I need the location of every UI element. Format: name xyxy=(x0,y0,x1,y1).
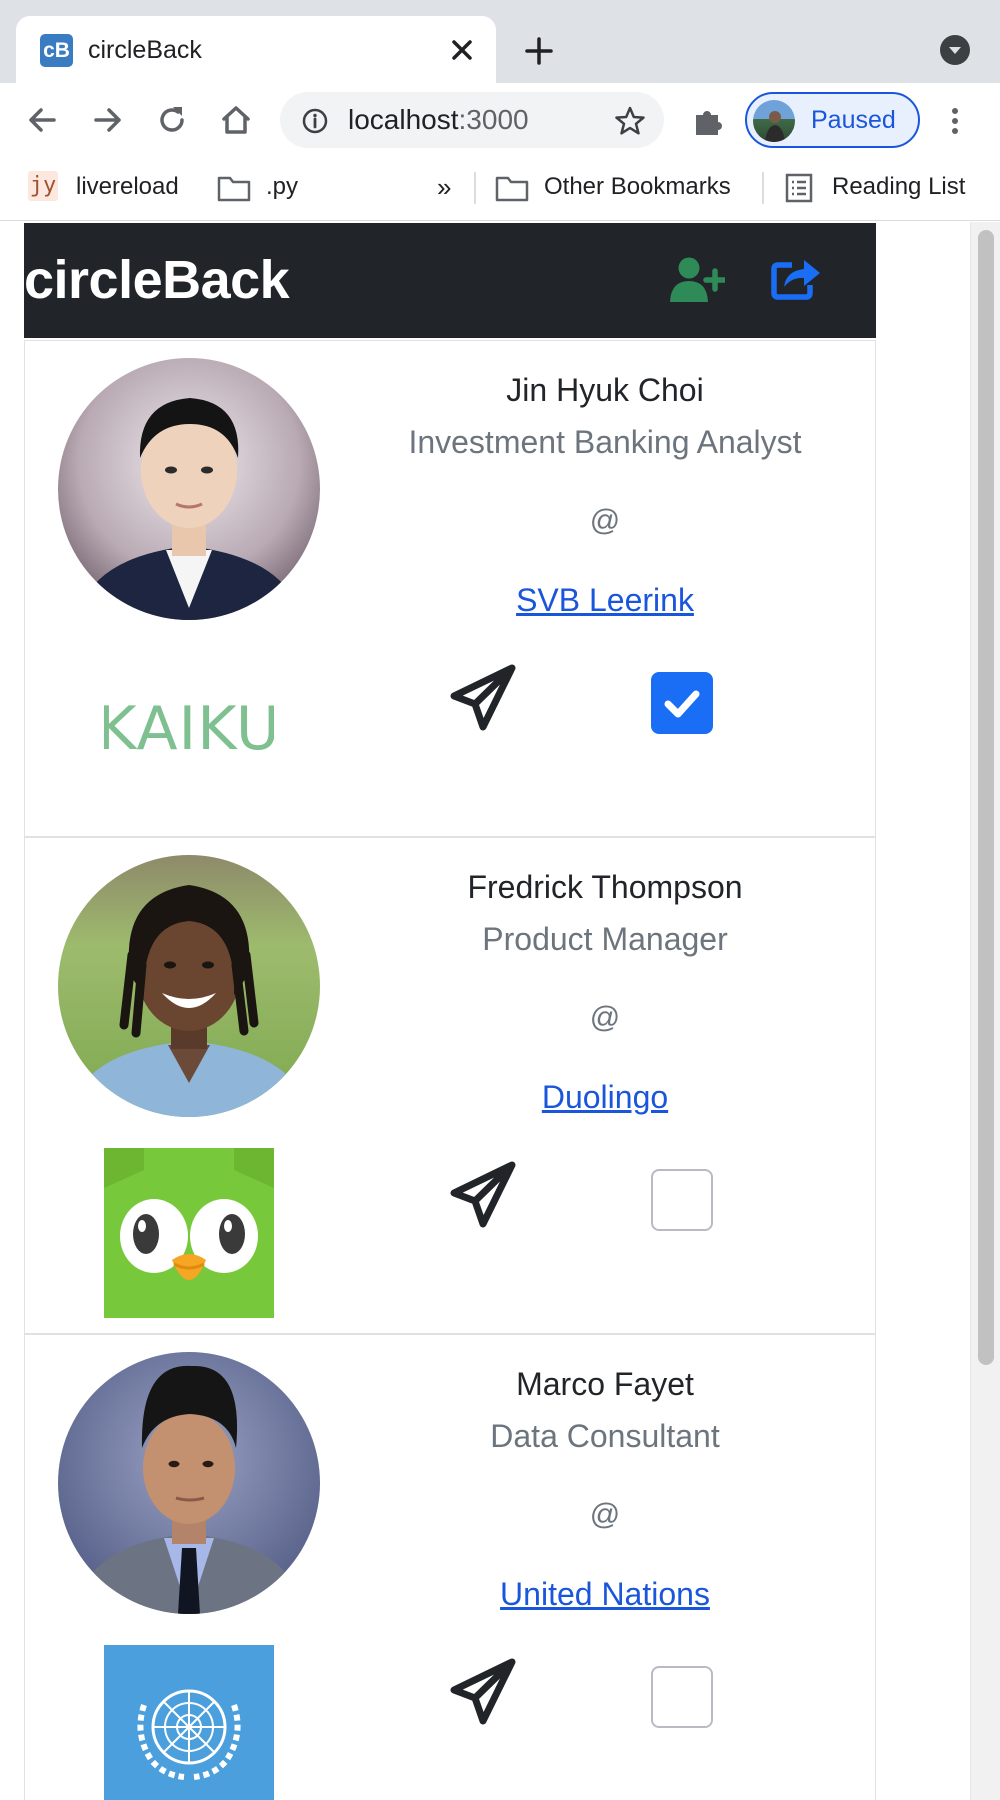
profile-status: Paused xyxy=(811,106,896,134)
contact-name: Fredrick Thompson xyxy=(467,869,743,905)
contact-title: Product Manager xyxy=(482,921,728,957)
paper-plane-icon[interactable] xyxy=(449,1657,519,1727)
browser-tab[interactable]: cB circleBack xyxy=(16,16,496,83)
company-logo: KAIKU xyxy=(97,651,280,821)
avatar xyxy=(58,358,320,620)
profile-button[interactable]: Paused xyxy=(745,92,920,148)
url-text: localhost:3000 xyxy=(348,103,529,137)
reload-icon[interactable] xyxy=(153,101,191,139)
avatar xyxy=(58,1352,320,1614)
contact-card: Fredrick Thompson Product Manager @ Duol… xyxy=(24,837,876,1334)
user-plus-icon[interactable] xyxy=(669,257,725,303)
bookmarks-bar: jy livereload .py » Other Bookmarks Read… xyxy=(0,156,1000,221)
contacted-checkbox[interactable] xyxy=(651,1169,713,1231)
back-arrow-icon[interactable] xyxy=(24,101,62,139)
close-icon[interactable] xyxy=(448,36,476,64)
address-bar[interactable]: localhost:3000 xyxy=(280,92,664,148)
extensions-puzzle-icon[interactable] xyxy=(690,103,726,139)
folder-icon xyxy=(495,176,529,202)
tab-title: circleBack xyxy=(88,36,202,64)
more-vert-icon[interactable] xyxy=(945,103,965,139)
page-viewport: circleBack KAIKU Jin Hyuk Choi Investmen… xyxy=(0,222,1000,1800)
bookmark-folder-py[interactable]: .py xyxy=(266,170,298,204)
at-symbol: @ xyxy=(589,1498,621,1531)
contact-name: Marco Fayet xyxy=(516,1366,694,1402)
company-link[interactable]: SVB Leerink xyxy=(355,581,855,619)
tab-favicon: cB xyxy=(40,34,73,67)
url-host: localhost xyxy=(348,104,459,135)
paper-plane-icon[interactable] xyxy=(449,1160,519,1230)
bookmark-reading-list[interactable]: Reading List xyxy=(832,170,965,204)
company-logo xyxy=(104,1148,274,1318)
check-icon xyxy=(664,690,700,718)
contacted-checkbox[interactable] xyxy=(651,1666,713,1728)
app-brand[interactable]: circleBack xyxy=(24,249,290,311)
jy-favicon-icon: jy xyxy=(28,171,58,201)
url-port: :3000 xyxy=(458,104,529,135)
contact-name: Jin Hyuk Choi xyxy=(506,372,704,408)
bookmark-star-icon[interactable] xyxy=(614,105,646,137)
contact-title: Investment Banking Analyst xyxy=(408,424,802,460)
company-logo-text: KAIKU xyxy=(104,694,274,764)
at-symbol: @ xyxy=(589,504,621,537)
contact-title: Data Consultant xyxy=(490,1418,720,1454)
new-tab-plus-icon[interactable] xyxy=(522,34,556,68)
tab-search-button[interactable] xyxy=(940,35,970,65)
avatar xyxy=(58,855,320,1117)
bookmarks-overflow-chevron[interactable]: » xyxy=(437,170,451,204)
company-logo xyxy=(104,1645,274,1800)
scrollbar[interactable] xyxy=(970,222,1000,1800)
bookmarks-divider xyxy=(474,172,476,204)
avatar xyxy=(753,100,795,142)
app-navbar: circleBack xyxy=(24,223,876,338)
contacted-checkbox[interactable] xyxy=(651,672,713,734)
folder-icon xyxy=(217,176,251,202)
scrollbar-thumb[interactable] xyxy=(978,230,994,1365)
contact-card: Marco Fayet Data Consultant @ United Nat… xyxy=(24,1334,876,1800)
chevron-down-icon xyxy=(949,47,961,54)
forward-arrow-icon[interactable] xyxy=(88,101,126,139)
bookmarks-divider xyxy=(762,172,764,204)
contact-card: KAIKU Jin Hyuk Choi Investment Banking A… xyxy=(24,340,876,837)
paper-plane-icon[interactable] xyxy=(449,663,519,733)
company-link[interactable]: United Nations xyxy=(355,1575,855,1613)
browser-tab-strip: cB circleBack xyxy=(0,0,1000,83)
bookmark-livereload[interactable]: livereload xyxy=(76,170,179,204)
share-icon[interactable] xyxy=(770,253,822,301)
bookmark-other-bookmarks[interactable]: Other Bookmarks xyxy=(544,170,731,204)
reading-list-icon xyxy=(785,173,813,203)
company-link[interactable]: Duolingo xyxy=(355,1078,855,1116)
at-symbol: @ xyxy=(589,1001,621,1034)
home-icon[interactable] xyxy=(217,101,255,139)
browser-toolbar: localhost:3000 Paused xyxy=(0,83,1000,156)
site-info-icon[interactable] xyxy=(302,108,328,134)
